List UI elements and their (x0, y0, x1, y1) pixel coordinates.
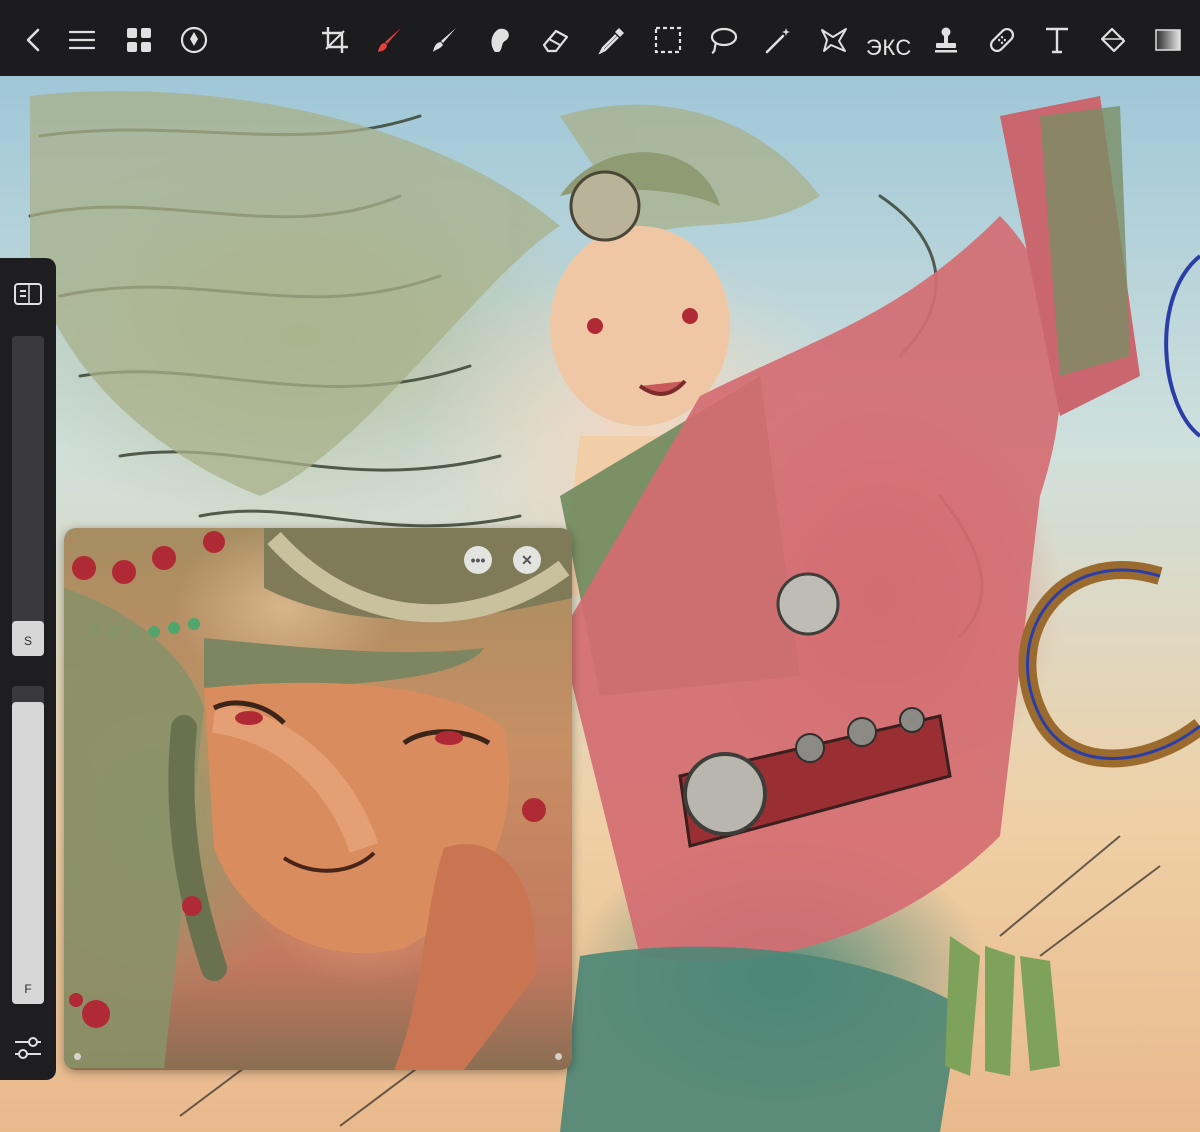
rect-select-icon[interactable] (650, 22, 686, 58)
crop-icon[interactable] (317, 22, 353, 58)
brush-flow-level (12, 701, 44, 1004)
menu-icon[interactable] (64, 22, 100, 58)
size-slider-label: S (23, 634, 32, 648)
warp-select-icon[interactable] (816, 22, 852, 58)
gallery-grid-icon[interactable] (121, 22, 157, 58)
eyedropper-icon[interactable] (594, 22, 630, 58)
brush-side-panel: S F (0, 258, 56, 1080)
brush-icon[interactable] (372, 22, 408, 58)
brush-size-slider[interactable]: S (12, 336, 44, 656)
fill-blob-icon[interactable] (482, 22, 518, 58)
lasso-icon[interactable] (705, 22, 741, 58)
resize-handle-right[interactable] (555, 1053, 562, 1060)
magic-wand-icon[interactable] (760, 22, 796, 58)
flow-slider-label: F (24, 982, 32, 996)
brush-flow-slider[interactable]: F (12, 686, 44, 1004)
reference-close-button[interactable]: ✕ (513, 546, 541, 574)
navigator-icon[interactable] (176, 22, 212, 58)
stamp-icon[interactable] (928, 22, 964, 58)
reference-more-button[interactable]: ••• (464, 546, 492, 574)
smudge-icon[interactable] (427, 22, 463, 58)
layers-panel-icon[interactable] (12, 280, 44, 308)
reference-window[interactable]: ••• ✕ (64, 528, 572, 1070)
reference-image (64, 528, 572, 1070)
gradient-icon[interactable] (1150, 22, 1186, 58)
back-icon[interactable] (16, 22, 52, 58)
healing-icon[interactable] (984, 22, 1020, 58)
top-toolbar: ЭКС (0, 0, 1200, 76)
fill-icon[interactable] (1095, 22, 1131, 58)
adjust-sliders-icon[interactable] (12, 1034, 44, 1062)
eraser-icon[interactable] (537, 22, 573, 58)
text-icon[interactable] (1039, 22, 1075, 58)
exc-label[interactable]: ЭКС (866, 35, 912, 61)
resize-handle-left[interactable] (74, 1053, 81, 1060)
